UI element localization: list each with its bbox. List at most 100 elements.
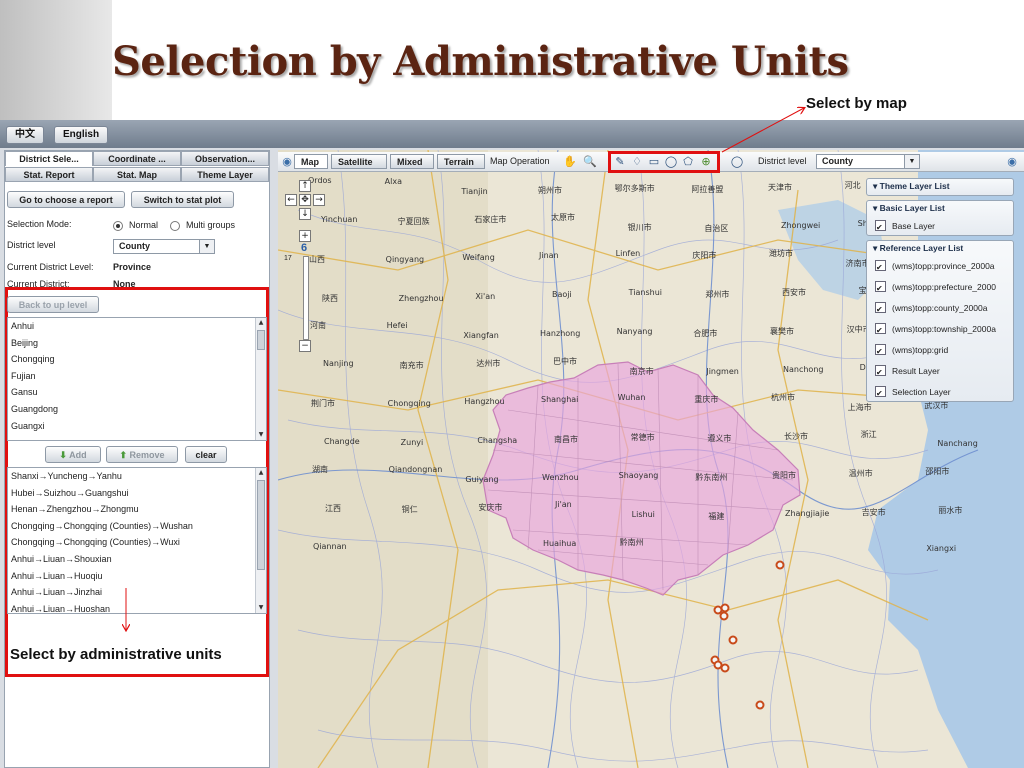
- selected-district-item[interactable]: Anhui→Liuan→Shouxian: [8, 551, 266, 568]
- province-list-item[interactable]: Fujian: [8, 368, 266, 385]
- pan-hand-icon[interactable]: ✋: [563, 155, 577, 169]
- back-up-level-button[interactable]: Back to up level: [7, 296, 99, 313]
- selected-district-item[interactable]: Henan→Zhengzhou→Zhongmu: [8, 501, 266, 518]
- layer-row[interactable]: Base Layer: [867, 216, 1013, 237]
- remove-button[interactable]: ⬆ Remove: [106, 446, 178, 463]
- map-toolbar: ◉ Map Satellite Mixed Terrain Map Operat…: [278, 151, 1024, 173]
- reference-layer-header[interactable]: ▾ Reference Layer List: [867, 241, 1013, 256]
- tab-stat-map[interactable]: Stat. Map: [93, 167, 181, 182]
- province-list-item[interactable]: Chongqing: [8, 351, 266, 368]
- clear-button[interactable]: clear: [185, 446, 227, 463]
- layer-checkbox[interactable]: [875, 257, 886, 277]
- tab-district-selection[interactable]: District Sele...: [5, 151, 93, 166]
- pan-down-icon[interactable]: ↓: [299, 208, 311, 220]
- province-list-item[interactable]: Guangdong: [8, 401, 266, 418]
- layer-label: Selection Layer: [892, 387, 951, 397]
- layer-row[interactable]: (wms)topp:grid: [867, 340, 1013, 361]
- add-button[interactable]: ⬇ Add: [45, 446, 101, 463]
- choose-report-button[interactable]: Go to choose a report: [7, 191, 125, 208]
- map-place-label: Guiyang: [465, 475, 499, 484]
- tab-theme-layer[interactable]: Theme Layer: [181, 167, 269, 182]
- province-list-item[interactable]: Beijing: [8, 335, 266, 352]
- pan-center-icon[interactable]: ✥: [299, 194, 311, 206]
- map-nav-right-icon[interactable]: ◉: [1005, 155, 1019, 169]
- tab-row-2: Stat. Report Stat. Map Theme Layer: [5, 167, 269, 182]
- select-point-icon[interactable]: ✎: [613, 155, 627, 169]
- map-place-label: 贵阳市: [772, 471, 796, 480]
- select-rectangle-icon[interactable]: ▭: [647, 155, 661, 169]
- selected-district-item[interactable]: Chongqing→Chongqing (Counties)→Wushan: [8, 518, 266, 535]
- map-type-satellite-button[interactable]: Satellite: [331, 154, 387, 169]
- reference-layer-panel: ▾ Reference Layer List (wms)topp:provinc…: [866, 240, 1014, 403]
- map-place-label: Shanghai: [541, 395, 579, 404]
- layer-checkbox[interactable]: [875, 341, 886, 361]
- map-place-label: Huaihua: [543, 539, 577, 548]
- map-type-terrain-button[interactable]: Terrain: [437, 154, 485, 169]
- scroll-thumb[interactable]: [257, 480, 265, 570]
- zoom-slider-track[interactable]: [303, 256, 309, 340]
- pan-left-icon[interactable]: ←: [285, 194, 297, 206]
- district-level-select[interactable]: County ▼: [113, 239, 215, 254]
- selected-district-item[interactable]: Anhui→Liuan→Huoshan: [8, 601, 266, 613]
- map-place-label: Lishui: [631, 510, 655, 519]
- layer-checkbox[interactable]: [875, 383, 886, 403]
- layer-row[interactable]: (wms)topp:township_2000a: [867, 319, 1013, 340]
- map-nav-left-icon[interactable]: ◉: [280, 155, 294, 169]
- province-list-item[interactable]: Anhui: [8, 318, 266, 335]
- layer-checkbox[interactable]: [875, 320, 886, 340]
- switch-stat-plot-button[interactable]: Switch to stat plot: [131, 191, 234, 208]
- selected-district-item[interactable]: Hubei→Suizhou→Guangshui: [8, 485, 266, 502]
- arrow-down-icon: ⬇: [59, 450, 67, 460]
- tab-coordinate[interactable]: Coordinate ...: [93, 151, 181, 166]
- map-type-map-button[interactable]: Map: [294, 154, 328, 169]
- map-place-label: Zunyi: [400, 438, 424, 447]
- map-district-level-select[interactable]: County ▼: [816, 154, 920, 169]
- tab-stat-report[interactable]: Stat. Report: [5, 167, 93, 182]
- scroll-up-icon[interactable]: ▲: [256, 318, 266, 328]
- layer-checkbox[interactable]: [875, 299, 886, 319]
- scroll-thumb[interactable]: [257, 330, 265, 350]
- layer-row[interactable]: Selection Layer: [867, 382, 1013, 403]
- select-circle-icon[interactable]: ◯: [664, 155, 678, 169]
- layer-checkbox[interactable]: [875, 278, 886, 298]
- layer-row[interactable]: Result Layer: [867, 361, 1013, 382]
- mode-normal-radio[interactable]: [113, 221, 123, 231]
- map-place-label: 南昌市: [554, 435, 578, 444]
- mode-multi-radio[interactable]: [170, 221, 180, 231]
- select-polygon-icon[interactable]: ⬠: [681, 155, 695, 169]
- scroll-down-icon[interactable]: ▼: [256, 430, 266, 440]
- scroll-up-icon[interactable]: ▲: [256, 468, 266, 478]
- lang-chinese-button[interactable]: 中文: [6, 126, 44, 144]
- basic-layer-header[interactable]: ▾ Basic Layer List: [867, 201, 1013, 216]
- zoom-tool-icon[interactable]: 🔍: [583, 155, 597, 169]
- layer-row[interactable]: (wms)topp:prefecture_2000: [867, 277, 1013, 298]
- selected-district-item[interactable]: Anhui→Liuan→Jinzhai: [8, 584, 266, 601]
- province-list-scrollbar[interactable]: ▲ ▼: [255, 318, 266, 440]
- layer-row[interactable]: (wms)topp:county_2000a: [867, 298, 1013, 319]
- lang-english-button[interactable]: English: [54, 126, 108, 144]
- pan-right-icon[interactable]: →: [313, 194, 325, 206]
- selected-district-item[interactable]: Shanxi→Yuncheng→Yanhu: [8, 468, 266, 485]
- map-place-label: Jingmen: [706, 367, 739, 376]
- scroll-down-icon[interactable]: ▼: [256, 603, 266, 613]
- select-marker-icon[interactable]: ♢: [630, 155, 644, 169]
- zoom-out-icon[interactable]: −: [299, 340, 311, 352]
- layer-row[interactable]: (wms)topp:province_2000a: [867, 256, 1013, 277]
- selected-list-scrollbar[interactable]: ▲ ▼: [255, 468, 266, 613]
- map-type-mixed-button[interactable]: Mixed: [390, 154, 434, 169]
- province-list-item[interactable]: Guangxi: [8, 418, 266, 435]
- layer-checkbox[interactable]: [875, 217, 886, 237]
- select-clear-icon[interactable]: ⊕: [699, 155, 713, 169]
- zoom-in-icon[interactable]: +: [299, 230, 311, 242]
- basic-layer-panel: ▾ Basic Layer List Base Layer: [866, 200, 1014, 237]
- pan-up-icon[interactable]: ↑: [299, 180, 311, 192]
- tab-observation[interactable]: Observation...: [181, 151, 269, 166]
- map-place-label: 温州市: [848, 469, 873, 478]
- select-lasso-icon[interactable]: ◯: [730, 155, 744, 169]
- selected-district-item[interactable]: Anhui→Liuan→Huoqiu: [8, 568, 266, 585]
- province-list-item[interactable]: Gansu: [8, 384, 266, 401]
- theme-layer-header[interactable]: ▾ Theme Layer List: [867, 179, 1013, 194]
- map-place-label: Qiannan: [313, 542, 347, 551]
- layer-checkbox[interactable]: [875, 362, 886, 382]
- selected-district-item[interactable]: Chongqing→Chongqing (Counties)→Wuxi: [8, 534, 266, 551]
